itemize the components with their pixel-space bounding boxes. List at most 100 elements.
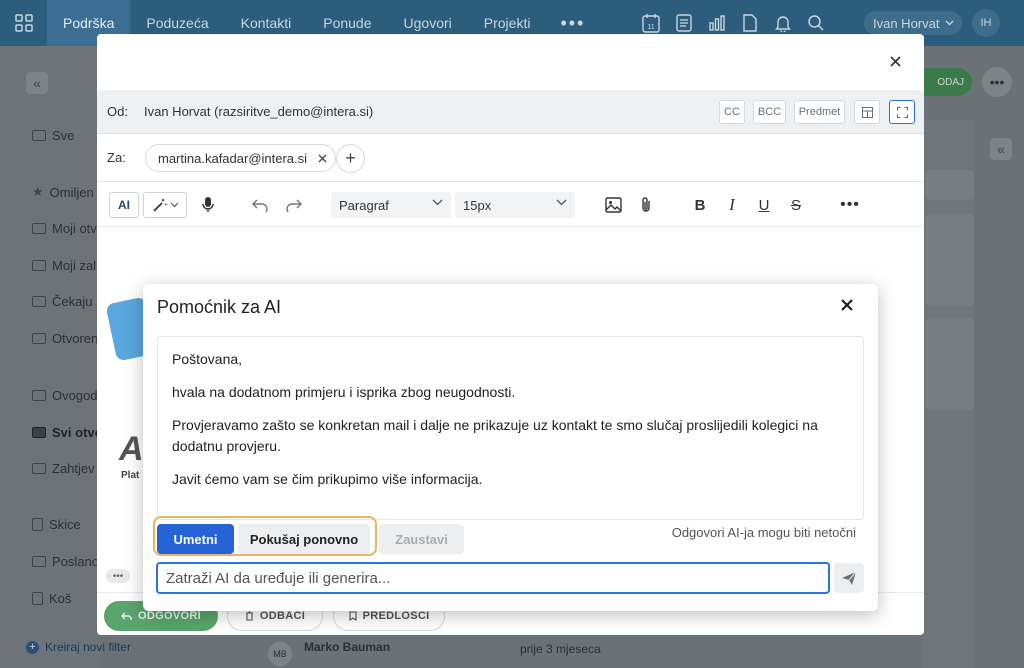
from-value[interactable]: Ivan Horvat (razsiritve_demo@intera.si)	[144, 104, 373, 119]
subject-button[interactable]: Predmet	[794, 100, 845, 124]
bookmark-icon	[349, 611, 357, 621]
row-name: Marko Bauman	[304, 640, 391, 654]
ai-generated-text[interactable]: Poštovana, hvala na dodatnom primjeru i …	[157, 336, 864, 520]
remove-recipient-icon[interactable]	[315, 151, 329, 165]
italic-button[interactable]: I	[721, 192, 743, 218]
font-size-select[interactable]: 15px	[455, 192, 575, 218]
sidebar-item-zahtjevi[interactable]: Zahtjev	[32, 461, 95, 476]
insert-button[interactable]: Umetni	[157, 524, 234, 554]
ai-prompt-input[interactable]	[156, 562, 830, 594]
sidebar-item-otvoreni[interactable]: Otvoren	[32, 331, 98, 346]
stop-button[interactable]: Zaustavi	[379, 524, 464, 554]
mail-icon	[32, 463, 46, 474]
trash-icon	[245, 611, 253, 621]
right-collapse-button[interactable]: «	[990, 138, 1012, 160]
mail-icon	[32, 223, 46, 234]
sidebar-item-label: Otvoren	[52, 331, 99, 346]
undo-icon[interactable]	[249, 192, 271, 218]
ai-button[interactable]: AI	[109, 192, 139, 218]
right-more-button[interactable]: •••	[982, 67, 1012, 97]
fullscreen-icon[interactable]	[889, 100, 915, 124]
right-card	[926, 214, 974, 306]
sidebar-item-poslano[interactable]: Poslano	[32, 554, 99, 569]
brand-logo-text: Plat	[121, 470, 140, 481]
right-action-label: ODAJ	[937, 76, 964, 88]
cc-button[interactable]: CC	[719, 100, 745, 124]
close-icon[interactable]	[886, 52, 904, 70]
brand-logo-icon: A	[119, 430, 144, 468]
paragraph-style-select[interactable]: Paragraf	[331, 192, 451, 218]
sidebar-item-cekaju[interactable]: Čekaju	[32, 294, 92, 309]
redo-icon[interactable]	[283, 192, 305, 218]
recipient-chip[interactable]: martina.kafadar@intera.si	[145, 144, 337, 172]
draft-icon	[32, 518, 43, 531]
inbox-icon	[32, 130, 46, 141]
to-label: Za:	[107, 150, 126, 165]
plus-circle-icon: +	[26, 640, 39, 654]
calendar-icon[interactable]: 11	[640, 12, 662, 34]
nav-more-button[interactable]: •••	[546, 13, 599, 34]
reply-icon	[121, 612, 132, 620]
star-icon: ★	[32, 184, 44, 199]
sidebar-item-label: Ovogod	[52, 388, 98, 403]
background-list-row[interactable]: MB Marko Bauman prije 3 mjeseca	[268, 636, 648, 668]
calendar-day: 11	[647, 24, 654, 31]
ai-paragraph: Javit ćemo vam se čim prikupimo više inf…	[172, 471, 483, 487]
retry-button[interactable]: Pokušaj ponovno	[238, 524, 370, 554]
from-row: Od: Ivan Horvat (razsiritve_demo@intera.…	[97, 90, 924, 134]
ai-paragraph: Poštovana,	[172, 351, 243, 367]
discard-label: ODBACI	[259, 610, 306, 622]
sidebar-item-omiljeni[interactable]: ★ Omiljen	[32, 184, 94, 200]
apps-grid-icon[interactable]	[0, 0, 47, 46]
bell-icon[interactable]	[772, 12, 794, 34]
sidebar-item-moji-zaduzeni[interactable]: Moji zal	[32, 258, 96, 273]
new-filter-link[interactable]: + Kreiraj novi filter	[26, 640, 131, 654]
sidebar-item-label: Skice	[49, 517, 81, 532]
more-options-icon[interactable]: •••	[839, 192, 861, 218]
paragraph-style-value: Paragraf	[339, 197, 389, 213]
notes-icon[interactable]	[673, 12, 695, 34]
reports-chart-icon[interactable]	[706, 12, 728, 34]
right-card	[926, 170, 974, 200]
sidebar-item-skice[interactable]: Skice	[32, 517, 81, 532]
sidebar-item-kos[interactable]: Koš	[32, 591, 71, 606]
chevron-down-icon	[432, 199, 443, 206]
sidebar-item-label: Svi otvo	[52, 425, 103, 440]
microphone-icon[interactable]	[197, 192, 219, 218]
underline-button[interactable]: U	[753, 192, 775, 218]
sidebar-collapse-button[interactable]: «	[26, 72, 48, 94]
ai-paragraph: hvala na dodatnom primjeru i isprika zbo…	[172, 384, 516, 400]
font-size-value: 15px	[463, 197, 492, 213]
user-menu[interactable]: Ivan Horvat	[864, 11, 962, 35]
row-time: prije 3 mjeseca	[520, 642, 601, 656]
new-filter-label: Kreiraj novi filter	[45, 640, 132, 654]
sidebar-item-label: Sve	[52, 128, 75, 143]
user-avatar[interactable]: IH	[972, 9, 1000, 37]
editor-toolbar: AI Paragraf 15px B I U S •••	[97, 183, 924, 227]
add-recipient-button[interactable]: +	[336, 144, 365, 173]
layout-icon[interactable]	[854, 100, 880, 124]
sidebar-item-moji-otvoreni[interactable]: Moji otvo	[32, 221, 104, 236]
search-icon[interactable]	[805, 12, 827, 34]
sidebar-item-label: Koš	[49, 591, 72, 606]
ai-disclaimer: Odgovori AI-ja mogu biti netočni	[671, 525, 856, 540]
sidebar-item-svi-otvoreni[interactable]: Svi otvo	[32, 425, 103, 440]
image-icon[interactable]	[602, 192, 624, 218]
attachment-icon[interactable]	[635, 192, 657, 218]
chevron-down-icon	[170, 202, 178, 208]
bcc-button[interactable]: BCC	[753, 100, 786, 124]
close-icon[interactable]	[840, 298, 856, 314]
document-icon[interactable]	[739, 12, 761, 34]
sidebar-item-ovogodisnji[interactable]: Ovogod	[32, 388, 98, 403]
send-prompt-button[interactable]	[834, 563, 864, 593]
templates-label: PREDLOŠCI	[362, 610, 430, 622]
trash-icon	[32, 592, 43, 605]
reply-label: ODGOVORI	[138, 610, 201, 622]
mail-icon	[32, 390, 46, 401]
show-trimmed-button[interactable]: •••	[106, 569, 130, 583]
ai-paragraph: Provjeravamo zašto se konkretan mail i d…	[172, 417, 818, 454]
magic-wand-button[interactable]	[143, 192, 187, 218]
bold-button[interactable]: B	[689, 192, 711, 218]
strikethrough-button[interactable]: S	[785, 192, 807, 218]
sidebar-item-sve[interactable]: Sve	[32, 128, 74, 143]
